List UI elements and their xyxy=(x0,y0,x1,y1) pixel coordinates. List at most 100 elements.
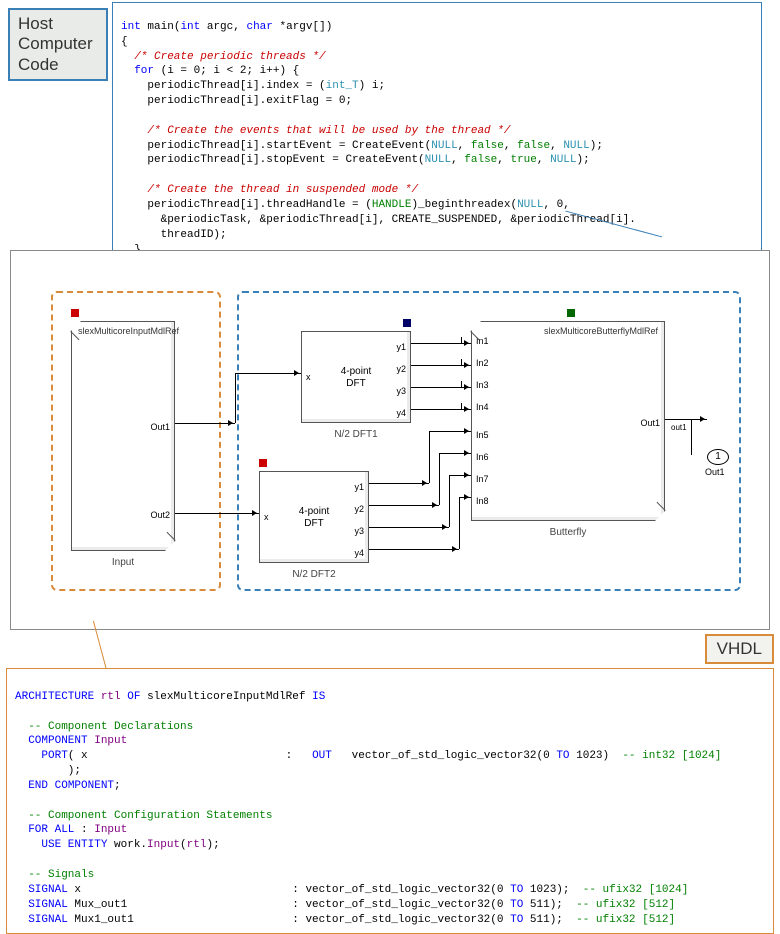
wire xyxy=(235,373,236,423)
dft2-block[interactable]: x y1 y2 y3 y4 4-point DFT N/2 DFT2 xyxy=(259,471,369,563)
block-center-text: 4-point DFT xyxy=(260,506,368,530)
block-title: slexMulticoreInputMdlRef xyxy=(78,326,179,336)
vhdl-comment: -- ufix32 [1024] xyxy=(583,884,689,896)
vhdl-comment: -- ufix32 [512] xyxy=(576,899,675,911)
dft1-block[interactable]: x y1 y2 y3 y4 4-point DFT N/2 DFT1 xyxy=(301,331,411,423)
port-label: In5 xyxy=(476,430,489,440)
butterfly-block[interactable]: slexMulticoreButterflyMdlRef In1 In2 In3… xyxy=(471,321,665,521)
vhdl-token: ARCHITECTURE xyxy=(15,691,94,703)
vhdl-token: ( x : xyxy=(68,750,312,762)
vhdl-token: SIGNAL xyxy=(28,884,68,896)
vhdl-label: VHDL xyxy=(705,634,774,664)
c-line: periodicThread[i].stopEvent = CreateEven… xyxy=(147,154,424,166)
block-caption: Butterfly xyxy=(472,527,664,538)
block-caption: N/2 DFT2 xyxy=(260,569,368,580)
vhdl-token: TO xyxy=(510,899,523,911)
outport[interactable]: 1 xyxy=(707,449,729,465)
c-token: char xyxy=(246,21,272,33)
vhdl-token: USE ENTITY xyxy=(41,839,107,851)
vhdl-token: Input xyxy=(147,839,180,851)
c-comment: /* Create the thread in suspended mode *… xyxy=(147,184,418,196)
vhdl-token: 1023); xyxy=(523,884,582,896)
wire xyxy=(449,475,450,527)
wire xyxy=(369,505,439,506)
vhdl-token: SIGNAL xyxy=(28,914,68,926)
port-label: y1 xyxy=(396,342,406,352)
port-label: In4 xyxy=(476,402,489,412)
vhdl-token: Mux_out1 : vector_of_std_logic_vector32(… xyxy=(68,899,510,911)
port-label: In6 xyxy=(476,452,489,462)
vhdl-token: rtl xyxy=(187,839,207,851)
c-token: argc, xyxy=(207,21,240,33)
simulink-diagram: slexMulticoreInputMdlRef Out1 Out2 Input… xyxy=(10,250,770,630)
signal-label: out1 xyxy=(671,423,687,432)
vhdl-token: OF xyxy=(127,691,140,703)
outport-label: Out1 xyxy=(705,467,725,477)
vhdl-token: PORT xyxy=(41,750,67,762)
c-token: , xyxy=(497,154,510,166)
c-token: ); xyxy=(577,154,590,166)
wire xyxy=(235,373,301,374)
block-caption: Input xyxy=(72,557,174,568)
block-title: slexMulticoreButterflyMdlRef xyxy=(544,326,658,336)
c-line: periodicThread[i].threadHandle = ( xyxy=(147,199,371,211)
c-token: HANDLE xyxy=(372,199,412,211)
wire xyxy=(429,431,430,483)
c-token: int_T xyxy=(326,80,359,92)
flag-icon xyxy=(71,309,79,317)
c-token: , xyxy=(537,154,550,166)
c-token: , xyxy=(550,140,563,152)
flag-icon xyxy=(567,309,575,317)
c-token: NULL xyxy=(431,140,457,152)
vhdl-comment: -- ufix32 [512] xyxy=(576,914,675,926)
vhdl-token: COMPONENT xyxy=(55,780,114,792)
vhdl-token: x : vector_of_std_logic_vector32(0 xyxy=(68,884,510,896)
flag-icon xyxy=(259,459,267,467)
c-token: NULL xyxy=(517,199,543,211)
block-caption: N/2 DFT1 xyxy=(302,429,410,440)
vhdl-line: ); xyxy=(15,765,81,777)
port-label: Out2 xyxy=(150,510,170,520)
wire xyxy=(459,497,460,549)
wire xyxy=(691,419,692,455)
vhdl-token: slexMulticoreInputMdlRef xyxy=(147,691,305,703)
c-comment: /* Create the events that will be used b… xyxy=(147,125,510,137)
c-token: , 0, xyxy=(543,199,569,211)
port-label: y1 xyxy=(354,482,364,492)
c-line: periodicThread[i].index = ( xyxy=(147,80,325,92)
vhdl-token: COMPONENT xyxy=(28,735,87,747)
port-label: In2 xyxy=(476,358,489,368)
vhdl-token: TO xyxy=(510,914,523,926)
host-code-panel: int main(int argc, char *argv[]) { /* Cr… xyxy=(112,2,762,275)
wire xyxy=(369,483,429,484)
c-token: ); xyxy=(590,140,603,152)
c-token: (i = 0; i < 2; i++) { xyxy=(161,65,300,77)
port-label: y4 xyxy=(396,408,406,418)
vhdl-token: END xyxy=(28,780,48,792)
port-label: Out1 xyxy=(640,418,660,428)
wire xyxy=(175,513,259,514)
vhdl-token: Input xyxy=(94,824,127,836)
wire xyxy=(461,337,462,343)
wire xyxy=(369,527,449,528)
vhdl-token: work. xyxy=(107,839,147,851)
vhdl-token: : xyxy=(74,824,94,836)
vhdl-token: Mux1_out1 : vector_of_std_logic_vector32… xyxy=(68,914,510,926)
input-block[interactable]: slexMulticoreInputMdlRef Out1 Out2 Input xyxy=(71,321,175,551)
vhdl-comment: -- Component Declarations xyxy=(28,721,193,733)
wire xyxy=(439,453,471,454)
c-token: false xyxy=(464,154,497,166)
wire xyxy=(461,403,462,409)
vhdl-token: 1023) xyxy=(570,750,623,762)
wire xyxy=(411,387,471,388)
vhdl-token: 511); xyxy=(523,914,576,926)
vhdl-token: SIGNAL xyxy=(28,899,68,911)
wire xyxy=(429,431,471,432)
c-token: int xyxy=(180,21,200,33)
vhdl-token: OUT xyxy=(312,750,332,762)
c-line: periodicThread[i].exitFlag = 0; xyxy=(147,95,352,107)
vhdl-token: rtl xyxy=(101,691,121,703)
port-label: In8 xyxy=(476,496,489,506)
wire xyxy=(369,549,459,550)
wire xyxy=(461,359,462,365)
